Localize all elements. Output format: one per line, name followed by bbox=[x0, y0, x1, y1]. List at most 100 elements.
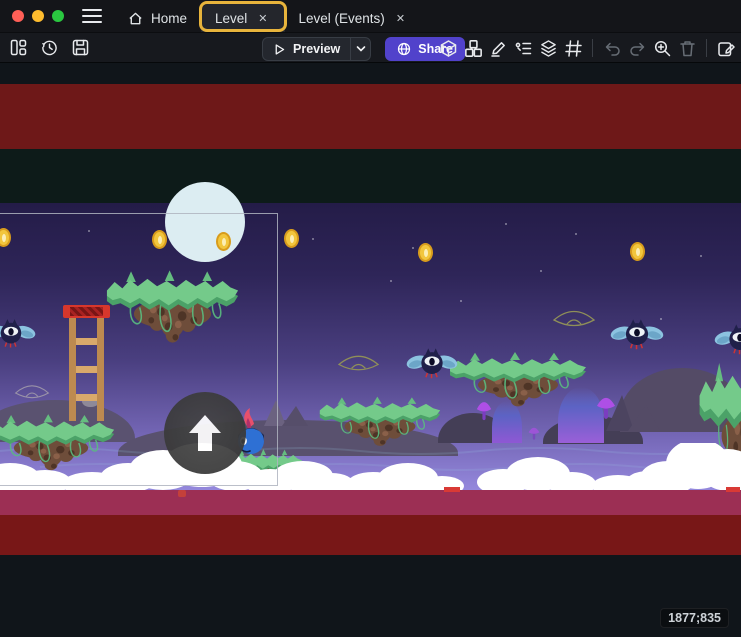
window-controls bbox=[0, 10, 74, 22]
history-button[interactable] bbox=[38, 37, 60, 59]
star bbox=[88, 230, 90, 232]
zoom-in-button[interactable] bbox=[651, 37, 673, 59]
ladder-rung bbox=[76, 338, 97, 345]
edit-icon bbox=[490, 40, 507, 57]
zoom-in-icon bbox=[654, 40, 671, 57]
coin[interactable] bbox=[152, 230, 167, 249]
home-icon bbox=[128, 11, 143, 26]
panels-button[interactable] bbox=[7, 37, 29, 59]
save-button[interactable] bbox=[69, 37, 91, 59]
eye-outline-decoration bbox=[14, 382, 50, 404]
red-object-peek bbox=[444, 487, 460, 492]
ladder[interactable] bbox=[63, 305, 110, 421]
cursor-coordinates-badge: 1877;835 bbox=[660, 608, 729, 628]
ladder-rung bbox=[76, 394, 97, 401]
preview-label: Preview bbox=[293, 42, 340, 56]
layers-icon bbox=[540, 40, 557, 57]
preview-button[interactable]: Preview bbox=[263, 42, 350, 56]
minimize-window-button[interactable] bbox=[32, 10, 44, 22]
coin-slot bbox=[2, 234, 6, 242]
touch-arrow-up-control[interactable] bbox=[164, 392, 246, 474]
grass-island[interactable] bbox=[105, 265, 240, 350]
chevron-down-icon bbox=[356, 45, 366, 53]
instances-list-button[interactable] bbox=[512, 37, 534, 59]
history-icon bbox=[41, 39, 58, 56]
toolbar-divider bbox=[706, 39, 707, 57]
arrow-up-icon bbox=[184, 411, 226, 455]
toolbar: Preview Share bbox=[0, 32, 741, 63]
background-dark-band bbox=[0, 149, 741, 203]
delete-button[interactable] bbox=[676, 37, 698, 59]
red-object-peek bbox=[178, 490, 186, 497]
objects-3d-icon bbox=[440, 40, 457, 57]
close-tab-icon[interactable]: ✕ bbox=[255, 11, 270, 26]
coin[interactable] bbox=[284, 229, 299, 248]
coin[interactable] bbox=[630, 242, 645, 261]
redo-button[interactable] bbox=[626, 37, 648, 59]
object-groups-button[interactable] bbox=[462, 37, 484, 59]
star bbox=[312, 238, 314, 240]
object-groups-icon bbox=[465, 40, 482, 57]
edit-scene-button[interactable] bbox=[715, 37, 737, 59]
tab-bar: Home Level ✕ Level (Events) ✕ bbox=[114, 0, 422, 32]
scene-canvas[interactable]: 1877;835 bbox=[0, 63, 741, 637]
star bbox=[460, 300, 462, 302]
bat-enemy[interactable] bbox=[406, 345, 458, 383]
background-red-band-top bbox=[0, 84, 741, 149]
close-window-button[interactable] bbox=[12, 10, 24, 22]
objects-3d-button[interactable] bbox=[437, 37, 459, 59]
coin-slot bbox=[636, 248, 640, 256]
tab-level-events[interactable]: Level (Events) ✕ bbox=[285, 4, 423, 32]
star bbox=[390, 280, 392, 282]
tab-label: Level (Events) bbox=[299, 11, 385, 26]
panels-icon bbox=[10, 39, 27, 56]
grid-button[interactable] bbox=[562, 37, 584, 59]
globe-icon bbox=[397, 42, 411, 56]
star bbox=[575, 233, 577, 235]
preview-split-button: Preview bbox=[262, 37, 371, 61]
bat-enemy[interactable] bbox=[610, 316, 664, 354]
ground-red-band bbox=[0, 515, 741, 555]
redo-icon bbox=[629, 40, 646, 57]
titlebar: Home Level ✕ Level (Events) ✕ bbox=[0, 0, 741, 32]
grid-icon bbox=[565, 40, 582, 57]
grass-island[interactable] bbox=[448, 348, 588, 412]
close-tab-icon[interactable]: ✕ bbox=[393, 11, 408, 26]
moon[interactable] bbox=[165, 182, 245, 262]
tab-label: Level bbox=[215, 11, 247, 26]
star bbox=[412, 247, 414, 249]
zoom-window-button[interactable] bbox=[52, 10, 64, 22]
tab-level[interactable]: Level ✕ bbox=[201, 4, 285, 32]
layers-button[interactable] bbox=[537, 37, 559, 59]
clouds bbox=[0, 443, 741, 493]
coin[interactable] bbox=[216, 232, 231, 251]
red-object-peek bbox=[726, 487, 740, 492]
coin-slot bbox=[222, 238, 226, 246]
eye-outline-decoration bbox=[552, 307, 596, 333]
bat-enemy[interactable] bbox=[0, 316, 36, 352]
coin-slot bbox=[290, 235, 294, 243]
ground-pink-band bbox=[0, 490, 741, 515]
preview-options-button[interactable] bbox=[350, 38, 370, 60]
ladder-top bbox=[63, 305, 110, 318]
coin[interactable] bbox=[418, 243, 433, 262]
app-window: Home Level ✕ Level (Events) ✕ bbox=[0, 0, 741, 637]
delete-icon bbox=[679, 40, 696, 57]
play-icon bbox=[273, 43, 286, 56]
star bbox=[505, 223, 507, 225]
tab-label: Home bbox=[151, 11, 187, 26]
instances-list-icon bbox=[515, 40, 532, 57]
ladder-rail bbox=[69, 318, 76, 421]
ladder-top-weave bbox=[70, 307, 103, 316]
tab-home[interactable]: Home bbox=[114, 4, 201, 32]
ladder-rail bbox=[97, 318, 104, 421]
coin-slot bbox=[158, 236, 162, 244]
undo-button[interactable] bbox=[601, 37, 623, 59]
bat-enemy[interactable] bbox=[714, 321, 741, 359]
star bbox=[700, 255, 702, 257]
edit-button[interactable] bbox=[487, 37, 509, 59]
mushroom bbox=[596, 393, 616, 421]
ladder-rung bbox=[76, 366, 97, 373]
toolbar-center-group: Preview Share bbox=[262, 37, 465, 61]
main-menu-icon[interactable] bbox=[82, 9, 102, 23]
